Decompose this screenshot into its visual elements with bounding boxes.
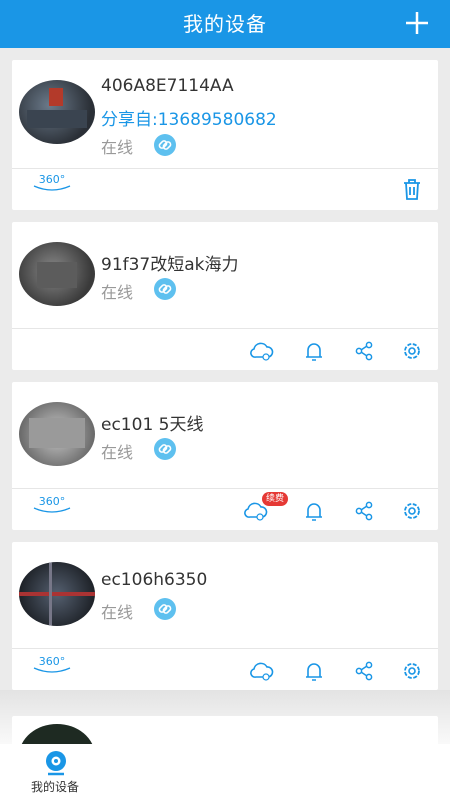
svg-text:360°: 360° xyxy=(39,655,66,668)
device-status: 在线 xyxy=(101,603,134,622)
camera-thumbnail[interactable] xyxy=(19,562,95,626)
view-360-icon[interactable]: 360° xyxy=(30,172,74,194)
device-card[interactable]: ec101 5天线 在线 360° 续费 xyxy=(12,382,438,530)
divider xyxy=(12,488,438,489)
device-card[interactable]: 406A8E7114AA 分享自:13689580682 在线 360° xyxy=(12,60,438,210)
cloud-icon[interactable] xyxy=(248,338,276,364)
device-name: ec101 5天线 xyxy=(101,415,204,435)
trash-icon[interactable] xyxy=(398,176,426,202)
device-status: 在线 xyxy=(101,283,134,302)
bell-icon[interactable] xyxy=(300,338,328,364)
camera-thumbnail[interactable] xyxy=(19,242,95,306)
bell-icon[interactable] xyxy=(300,658,328,684)
share-icon[interactable] xyxy=(350,498,378,524)
divider xyxy=(12,328,438,329)
device-name: 91f37改短ak海力 xyxy=(101,255,239,275)
view-360-icon[interactable]: 360° xyxy=(30,494,74,516)
gear-icon[interactable] xyxy=(398,658,426,684)
app-header: 我的设备 xyxy=(0,0,450,48)
svg-text:360°: 360° xyxy=(39,173,66,186)
link-icon xyxy=(154,598,176,620)
link-icon xyxy=(154,278,176,300)
camera-icon xyxy=(46,751,66,776)
gear-icon[interactable] xyxy=(398,498,426,524)
divider xyxy=(12,168,438,169)
plus-icon[interactable] xyxy=(402,8,432,38)
bell-icon[interactable] xyxy=(300,498,328,524)
svg-text:360°: 360° xyxy=(39,495,66,508)
bottom-nav: 我的设备 xyxy=(0,744,450,800)
device-status: 在线 xyxy=(101,138,134,157)
renew-badge[interactable]: 续费 xyxy=(262,492,289,506)
share-icon[interactable] xyxy=(350,658,378,684)
device-card[interactable]: 91f37改短ak海力 在线 xyxy=(12,222,438,370)
device-name: 406A8E7114AA xyxy=(101,76,234,96)
shared-from-text: 分享自:13689580682 xyxy=(101,110,277,130)
device-name: ec106h6350 xyxy=(101,570,208,590)
page-title: 我的设备 xyxy=(183,12,267,36)
gear-icon[interactable] xyxy=(398,338,426,364)
device-card[interactable]: ec106h6350 在线 360° xyxy=(12,542,438,690)
view-360-icon[interactable]: 360° xyxy=(30,654,74,676)
link-icon xyxy=(154,134,176,156)
share-icon[interactable] xyxy=(350,338,378,364)
camera-thumbnail[interactable] xyxy=(19,402,95,466)
device-status: 在线 xyxy=(101,443,134,462)
camera-thumbnail[interactable] xyxy=(19,80,95,144)
cloud-icon[interactable] xyxy=(248,658,276,684)
tab-label: 我的设备 xyxy=(30,780,79,794)
tab-my-devices[interactable]: 我的设备 xyxy=(20,750,90,798)
divider xyxy=(12,648,438,649)
link-icon xyxy=(154,438,176,460)
